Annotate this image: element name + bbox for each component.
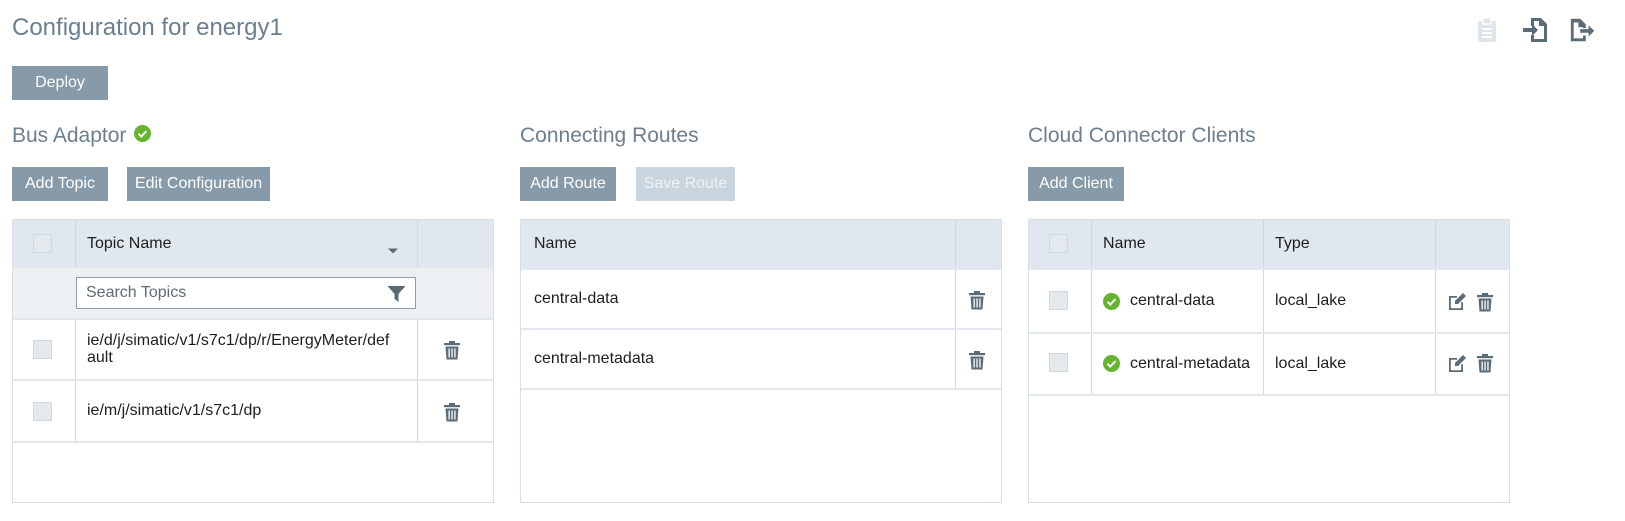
add-topic-button[interactable]: Add Topic: [12, 167, 108, 201]
row-checkbox[interactable]: [1049, 353, 1068, 372]
column-header-type: Type: [1275, 235, 1310, 252]
client-name: central-data: [1130, 292, 1215, 309]
search-topics-input[interactable]: [76, 277, 416, 309]
topics-table: Topic Name ie/d/j/simatic/v1/s7c1/dp/r/E…: [12, 219, 494, 503]
topic-name: ie/d/j/simatic/v1/s7c1/dp/r/EnergyMeter/…: [87, 332, 389, 366]
connecting-routes-title: Connecting Routes: [520, 124, 699, 147]
delete-icon[interactable]: [444, 403, 460, 427]
topic-name-line: ault: [87, 349, 113, 366]
cloud-clients-title: Cloud Connector Clients: [1028, 124, 1256, 147]
edit-configuration-button[interactable]: Edit Configuration: [127, 167, 270, 201]
edit-icon[interactable]: [1448, 354, 1467, 377]
delete-icon[interactable]: [1477, 354, 1493, 378]
row-checkbox[interactable]: [1049, 291, 1068, 310]
clients-table: Name Type central-data local_lake centra…: [1028, 219, 1510, 503]
success-check-icon: [134, 124, 152, 148]
row-checkbox[interactable]: [33, 340, 52, 359]
bus-adaptor-title: Bus Adaptor: [12, 124, 152, 148]
success-check-icon: [1103, 293, 1120, 315]
topic-name-line: ie/d/j/simatic/v1/s7c1/dp/r/EnergyMeter/…: [87, 332, 390, 349]
row-checkbox[interactable]: [33, 402, 52, 421]
column-header-topic-name: Topic Name: [87, 235, 172, 252]
route-name: central-data: [534, 290, 619, 307]
client-type: local_lake: [1275, 355, 1347, 372]
add-route-button[interactable]: Add Route: [520, 167, 616, 201]
route-name: central-metadata: [534, 350, 655, 367]
column-header-name: Name: [1103, 235, 1146, 252]
select-all-checkbox[interactable]: [33, 234, 52, 253]
filter-icon[interactable]: [387, 285, 406, 308]
save-route-button[interactable]: Save Route: [636, 167, 735, 201]
bus-adaptor-label: Bus Adaptor: [12, 124, 127, 147]
delete-icon[interactable]: [969, 351, 985, 375]
success-check-icon: [1103, 355, 1120, 377]
clipboard-icon[interactable]: [1473, 16, 1501, 44]
client-type: local_lake: [1275, 292, 1347, 309]
edit-icon[interactable]: [1448, 292, 1467, 315]
column-header-name: Name: [534, 235, 577, 252]
delete-icon[interactable]: [1477, 293, 1493, 317]
export-icon[interactable]: [1569, 16, 1597, 44]
delete-icon[interactable]: [969, 291, 985, 315]
table-header: [521, 220, 1001, 268]
header-actions: [1473, 16, 1597, 44]
deploy-button[interactable]: Deploy: [12, 66, 108, 100]
table-header: [13, 220, 493, 268]
import-icon[interactable]: [1521, 16, 1549, 44]
sort-caret-icon[interactable]: [387, 242, 399, 260]
client-name: central-metadata: [1130, 355, 1251, 372]
routes-table: Name central-data central-metadata: [520, 219, 1002, 503]
table-header: [1029, 220, 1509, 268]
topic-name: ie/m/j/simatic/v1/s7c1/dp: [87, 401, 262, 419]
delete-icon[interactable]: [444, 341, 460, 365]
select-all-checkbox[interactable]: [1049, 234, 1068, 253]
page-title: Configuration for energy1: [12, 14, 283, 41]
add-client-button[interactable]: Add Client: [1028, 167, 1124, 201]
